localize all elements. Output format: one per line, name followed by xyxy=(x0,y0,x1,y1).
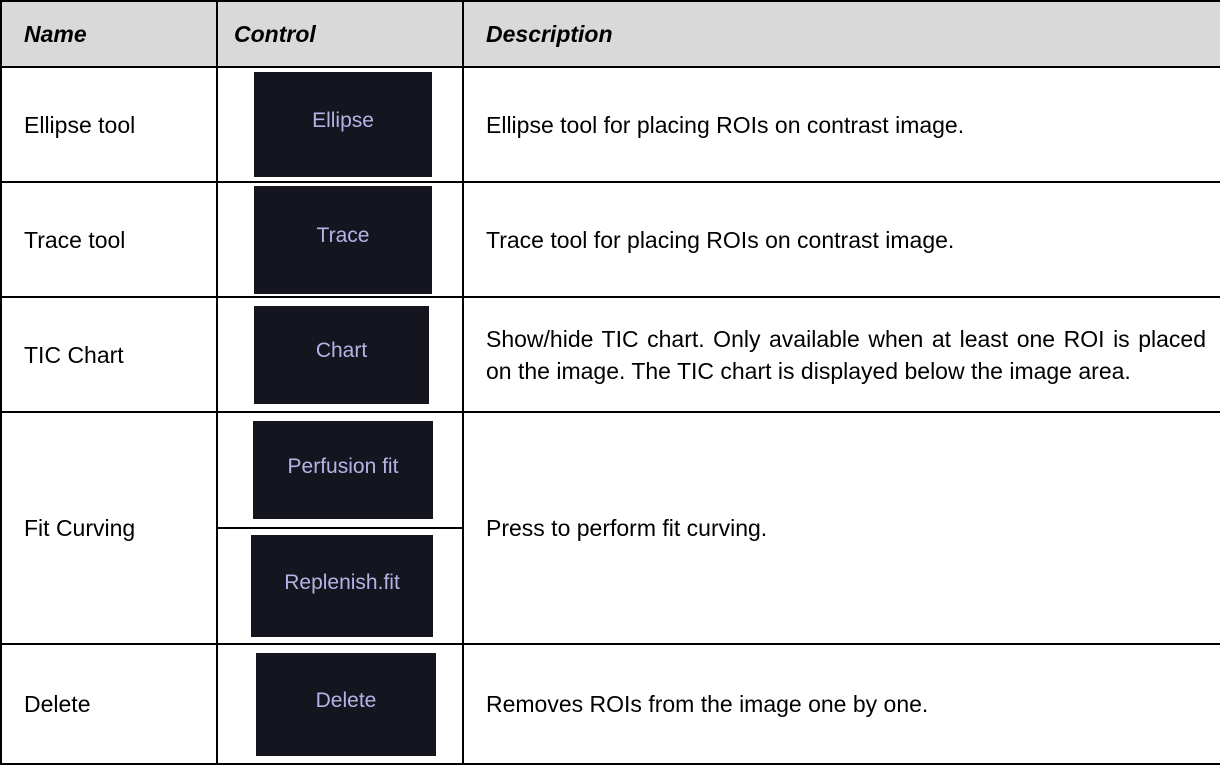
row-name-ellipse-tool: Ellipse tool xyxy=(0,66,218,183)
table-row: Ellipse tool Ellipse Ellipse tool for pl… xyxy=(0,66,1220,183)
replenish-fit-button[interactable]: Replenish.fit xyxy=(251,535,433,637)
row-description: Trace tool for placing ROIs on contrast … xyxy=(462,181,1220,298)
header-description: Description xyxy=(462,0,1220,68)
row-name-delete: Delete xyxy=(0,643,218,765)
header-name: Name xyxy=(0,0,218,68)
row-name-fit-curving: Fit Curving xyxy=(0,411,218,645)
header-control: Control xyxy=(216,0,464,68)
row-name-tic-chart: TIC Chart xyxy=(0,296,218,413)
ellipse-button[interactable]: Ellipse xyxy=(254,72,432,177)
row-control-cell: Perfusion fit Replenish.fit xyxy=(216,411,464,645)
perfusion-fit-button[interactable]: Perfusion fit xyxy=(253,421,433,519)
row-control-cell: Delete xyxy=(216,643,464,765)
row-description: Removes ROIs from the image one by one. xyxy=(462,643,1220,765)
table-row: Delete Delete Removes ROIs from the imag… xyxy=(0,643,1220,765)
table-header-row: Name Control Description xyxy=(0,0,1220,68)
trace-button[interactable]: Trace xyxy=(254,185,432,294)
row-description: Press to perform fit curving. xyxy=(462,411,1220,645)
delete-button[interactable]: Delete xyxy=(256,652,436,756)
row-name-trace-tool: Trace tool xyxy=(0,181,218,298)
table-row: TIC Chart Chart Show/hide TIC chart. Onl… xyxy=(0,296,1220,413)
replenish-fit-slot: Replenish.fit xyxy=(218,529,462,643)
controls-reference-table: Name Control Description Ellipse tool El… xyxy=(0,0,1220,765)
perfusion-fit-slot: Perfusion fit xyxy=(218,413,462,529)
row-description: Show/hide TIC chart. Only available when… xyxy=(462,296,1220,413)
row-control-cell: Trace xyxy=(216,181,464,298)
chart-button[interactable]: Chart xyxy=(254,305,429,404)
row-description: Ellipse tool for placing ROIs on contras… xyxy=(462,66,1220,183)
fit-controls-stack: Perfusion fit Replenish.fit xyxy=(218,413,462,643)
table-row: Trace tool Trace Trace tool for placing … xyxy=(0,181,1220,298)
row-control-cell: Chart xyxy=(216,296,464,413)
row-control-cell: Ellipse xyxy=(216,66,464,183)
table-row: Fit Curving Perfusion fit Replenish.fit … xyxy=(0,411,1220,645)
